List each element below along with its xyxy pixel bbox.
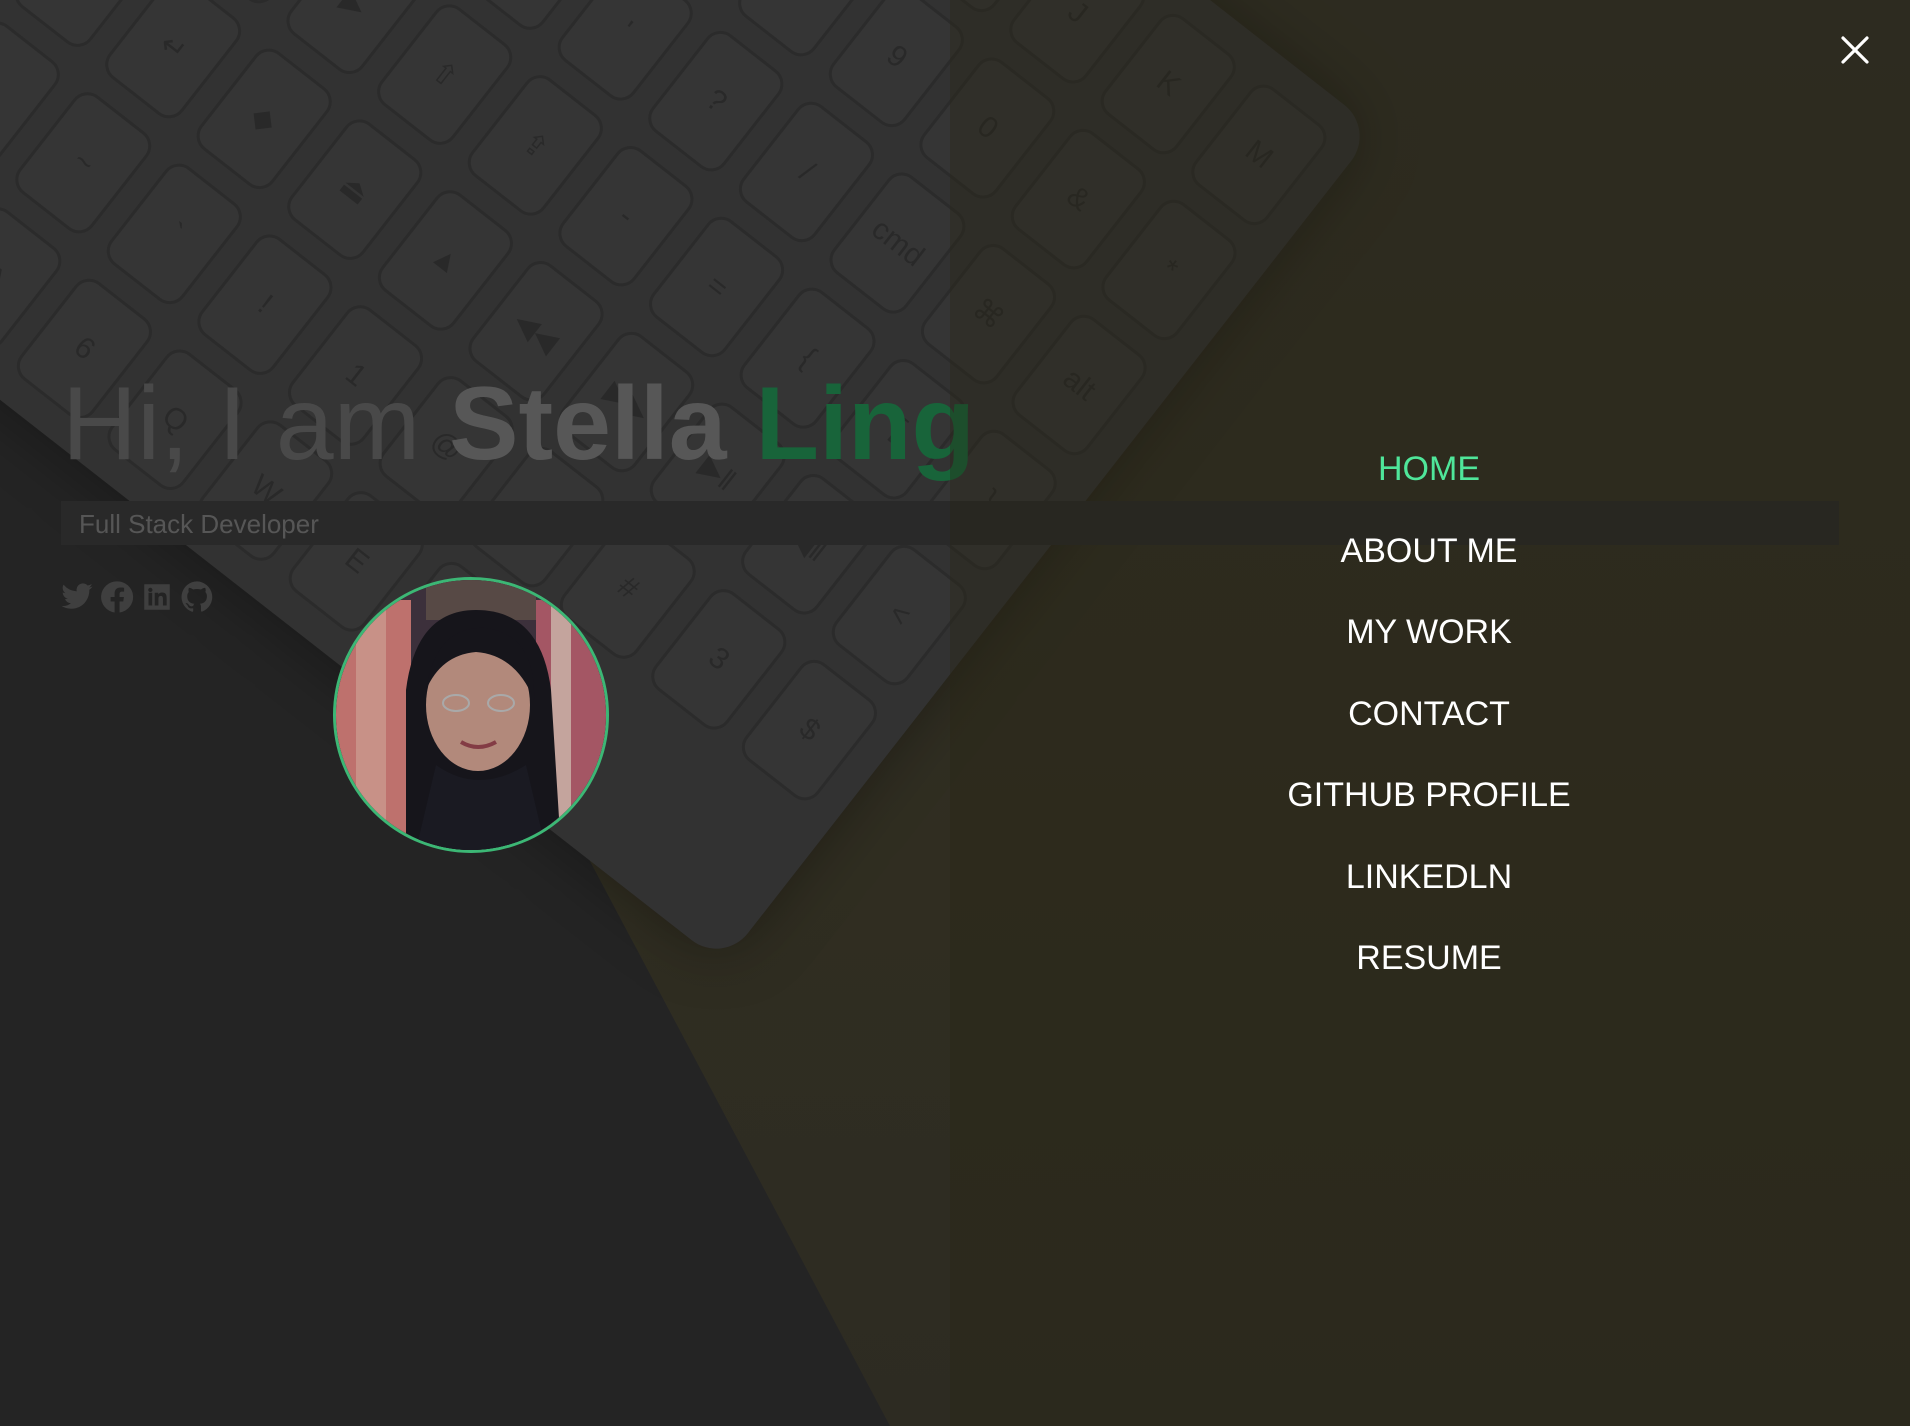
- page: cmd⌘CVBNFGHJKMTYUIOP7890&*()L:;"'?/cmd⌘a…: [0, 0, 1910, 1426]
- nav-item-my-work[interactable]: MY WORK: [1229, 606, 1629, 688]
- nav-item-github-profile[interactable]: GITHUB PROFILE: [1229, 769, 1629, 851]
- nav-item-home[interactable]: HOME: [1229, 443, 1629, 525]
- nav-item-about-me[interactable]: ABOUT ME: [1229, 525, 1629, 607]
- nav-item-contact[interactable]: CONTACT: [1229, 688, 1629, 770]
- nav-item-linkedin[interactable]: LINKEDLN: [1229, 851, 1629, 933]
- close-icon: [1841, 36, 1869, 64]
- close-button[interactable]: [1837, 32, 1873, 68]
- overlay-nav-menu: HOME ABOUT ME MY WORK CONTACT GITHUB PRO…: [1229, 443, 1629, 1014]
- nav-item-resume[interactable]: RESUME: [1229, 932, 1629, 1014]
